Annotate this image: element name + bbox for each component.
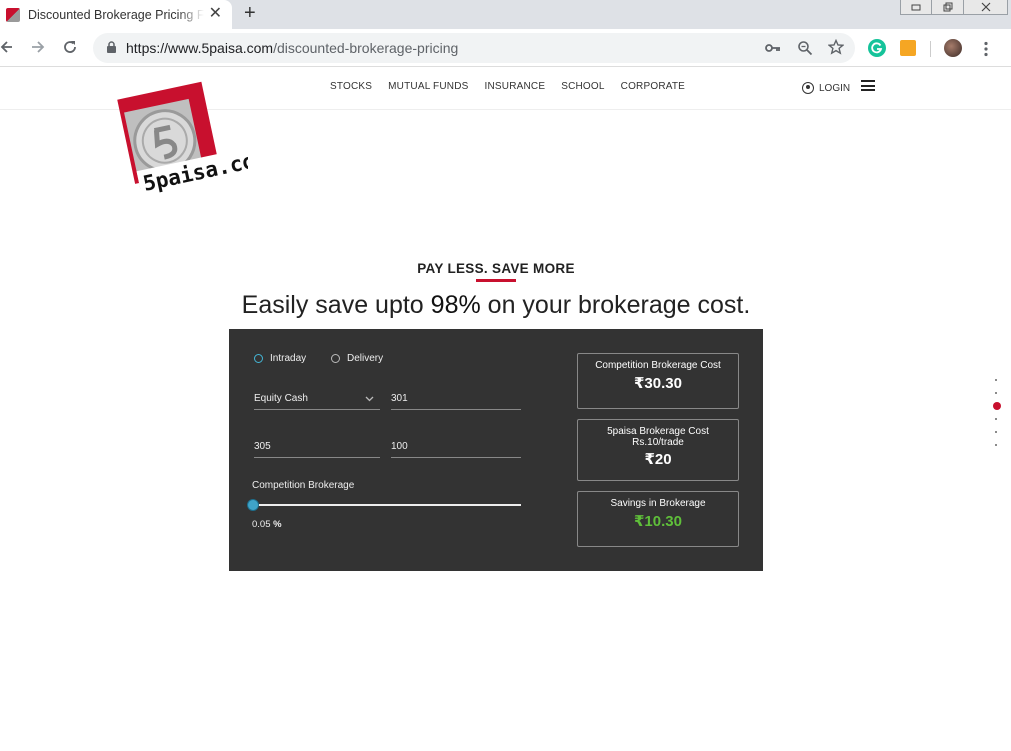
fivepaisa-cost-box: 5paisa Brokerage Cost Rs.10/trade ₹20 — [577, 419, 739, 481]
hamburger-menu-icon[interactable] — [861, 80, 875, 91]
forward-icon[interactable] — [30, 39, 46, 55]
browser-tabbar: Discounted Brokerage Pricing For ✕ + — [0, 0, 1011, 29]
login-label: LOGIN — [819, 82, 851, 94]
nav-mutual-funds[interactable]: MUTUAL FUNDS — [388, 81, 468, 92]
bookmark-star-icon[interactable] — [828, 39, 844, 55]
profile-avatar[interactable] — [944, 39, 962, 57]
hero-subtitle-b: SAVE MORE — [492, 261, 575, 276]
savings-box: Savings in Brokerage ₹10.30 — [577, 491, 739, 547]
slider-value-number: 0.05 — [252, 519, 271, 530]
grammarly-extension-icon[interactable] — [868, 39, 886, 57]
buy-price-value: 301 — [391, 393, 408, 404]
competition-cost-box: Competition Brokerage Cost ₹30.30 — [577, 353, 739, 409]
address-bar[interactable]: https://www.5paisa.com/discounted-broker… — [93, 33, 855, 63]
radio-delivery-dot — [331, 354, 340, 363]
close-window-icon — [981, 2, 990, 12]
radio-delivery[interactable]: Delivery — [331, 353, 383, 364]
savings-label: Savings in Brokerage — [610, 498, 706, 509]
hero-title-pre: Easily save upto — [241, 291, 431, 319]
competition-cost-amount: ₹30.30 — [634, 375, 682, 392]
competition-cost-label: Competition Brokerage Cost — [595, 360, 721, 371]
reload-icon[interactable] — [62, 39, 78, 55]
radio-delivery-label: Delivery — [347, 353, 384, 364]
section-dot[interactable] — [995, 431, 997, 433]
section-dots — [993, 379, 1001, 457]
back-icon[interactable] — [0, 39, 14, 55]
hero-subtitle-a: PAY LESS. — [417, 261, 493, 276]
extension-orange-icon[interactable] — [900, 40, 916, 56]
chevron-down-icon — [365, 396, 374, 402]
fivepaisa-cost-sub: Rs.10/trade — [632, 437, 684, 448]
quantity-input[interactable]: 100 — [391, 441, 521, 458]
nav-stocks[interactable]: STOCKS — [330, 81, 372, 92]
slider-label: Competition Brokerage — [252, 480, 355, 491]
sell-price-input[interactable]: 305 — [254, 441, 380, 458]
tab-title: Discounted Brokerage Pricing For — [28, 7, 204, 22]
site-favicon-icon — [6, 7, 20, 22]
minimize-icon — [911, 4, 921, 11]
key-icon[interactable] — [765, 42, 781, 54]
slider-value-unit: % — [273, 519, 282, 530]
nav-corporate[interactable]: CORPORATE — [621, 81, 685, 92]
fivepaisa-cost-amount: ₹20 — [644, 451, 672, 468]
brokerage-slider-handle[interactable] — [247, 499, 259, 511]
hero-title: Easily save upto 98% on your brokerage c… — [0, 291, 992, 320]
segment-value: Equity Cash — [254, 393, 308, 404]
slider-value: 0.05 % — [252, 519, 282, 530]
section-dot[interactable] — [995, 418, 997, 420]
lock-icon[interactable] — [106, 41, 117, 54]
window-controls — [900, 0, 1008, 15]
new-tab-button[interactable]: + — [244, 2, 256, 24]
minimize-button[interactable] — [900, 0, 932, 15]
restore-icon — [943, 2, 952, 12]
radio-intraday[interactable]: Intraday — [254, 353, 306, 364]
restore-button[interactable] — [932, 0, 964, 15]
hero-title-post: on your brokerage cost. — [480, 291, 751, 319]
radio-intraday-dot — [254, 354, 263, 363]
quantity-value: 100 — [391, 441, 408, 452]
hero-underline — [476, 279, 516, 282]
buy-price-input[interactable]: 301 — [391, 393, 521, 410]
nav-school[interactable]: SCHOOL — [561, 81, 604, 92]
segment-select[interactable]: Equity Cash — [254, 393, 380, 410]
user-icon — [802, 82, 814, 94]
brokerage-calculator: Intraday Delivery Equity Cash 301 305 10… — [229, 329, 763, 571]
login-link[interactable]: LOGIN — [802, 82, 850, 94]
url-host: https://www.5paisa.com — [126, 40, 274, 56]
section-dot-active[interactable] — [993, 402, 1001, 410]
browser-tab[interactable]: Discounted Brokerage Pricing For ✕ — [0, 0, 232, 29]
fivepaisa-cost-label: 5paisa Brokerage Cost — [607, 426, 709, 437]
savings-amount: ₹10.30 — [634, 513, 682, 530]
close-tab-icon[interactable]: ✕ — [209, 5, 222, 23]
section-dot[interactable] — [995, 379, 997, 381]
url-path: /discounted-brokerage-pricing — [273, 40, 459, 56]
toolbar-divider — [930, 41, 931, 57]
close-window-button[interactable] — [964, 0, 1008, 15]
section-dot[interactable] — [995, 444, 997, 446]
5paisa-logo[interactable]: 5paisa.com — [116, 73, 248, 197]
grammarly-g-icon — [871, 42, 883, 54]
browser-toolbar: https://www.5paisa.com/discounted-broker… — [0, 29, 1011, 67]
sell-price-value: 305 — [254, 441, 271, 452]
hero-subtitle: PAY LESS. SAVE MORE — [0, 261, 992, 276]
main-nav: STOCKS MUTUAL FUNDS INSURANCE SCHOOL COR… — [330, 81, 685, 92]
radio-intraday-label: Intraday — [270, 353, 307, 364]
hero-title-percent: 98% — [430, 291, 481, 319]
nav-insurance[interactable]: INSURANCE — [485, 81, 546, 92]
chrome-menu-icon[interactable] — [983, 41, 989, 57]
section-dot[interactable] — [995, 392, 997, 394]
url-text[interactable]: https://www.5paisa.com/discounted-broker… — [126, 40, 458, 56]
brokerage-slider-track[interactable] — [252, 504, 521, 506]
zoom-icon[interactable] — [797, 40, 813, 56]
